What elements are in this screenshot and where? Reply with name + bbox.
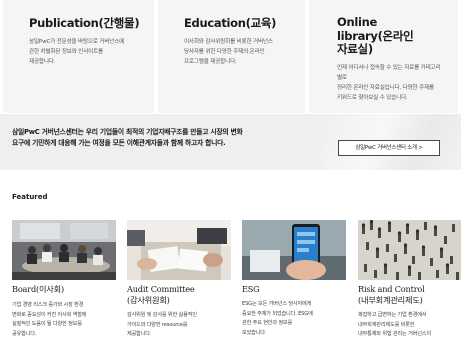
online-library-description: 언제 어디서나 접속할 수 있는 자료를 카테고리별로 정리한 온라인 자료실입… [336, 64, 441, 101]
esg-title[interactable]: ESG [242, 284, 346, 295]
education-card[interactable]: Education(교육) 이사회와 감사위원회를 비롯한 거버넌스 당사자를 … [157, 0, 305, 113]
banner-statement: 삼일PwC 거버넌스센터는 우리 기업들이 최적의 기업지배구조를 만들고 시장… [12, 128, 243, 147]
audit-committee-image[interactable] [127, 220, 231, 280]
featured-board-card[interactable]: Board(이사회) 기업 경영 리스크 증가와 시장 환경 변화로 중요성이 … [12, 220, 116, 339]
risk-control-image[interactable] [358, 220, 461, 280]
featured-esg-card[interactable]: ESG ESG는 모든 거버넌스 당사자에게 중요한 주제가 되었습니다. ES… [242, 220, 346, 338]
education-title[interactable]: Education(교육) [184, 16, 291, 30]
board-title[interactable]: Board(이사회) [12, 284, 116, 295]
publication-description: 삼일PwC가 전문성을 바탕으로 거버넌스에 관한 차별화된 정보와 인사이트를… [29, 39, 125, 65]
board-meeting-image[interactable] [12, 220, 116, 280]
risk-control-description: 복잡하고 급변하는 기업 환경에서 내부회계관리제도를 비롯한 내부통제와 위험… [358, 312, 431, 337]
esg-image[interactable] [242, 220, 346, 280]
publication-card[interactable]: Publication(간행물) 삼일PwC가 전문성을 바탕으로 거버넌스에 … [3, 0, 154, 113]
online-library-title[interactable]: Online library(온라인 자료실) [337, 15, 444, 57]
board-description: 기업 경영 리스크 증가와 시장 환경 변화로 중요성이 커진 이사회 역할에 … [12, 302, 87, 337]
audit-committee-description: 감사위원 및 감사를 위한 실용적인 가이드와 다양한 resource를 제공… [127, 312, 197, 337]
publication-title[interactable]: Publication(간행물) [29, 16, 140, 30]
esg-description: ESG는 모든 거버넌스 당사자에게 중요한 주제가 되었습니다. ESG에 관… [242, 301, 313, 336]
education-description: 이사회와 감사위원회를 비롯한 거버넌스 당사자를 위한 다양한 주제의 온라인… [183, 39, 273, 65]
governance-center-intro-button[interactable]: 삼일PwC 거버넌스센터 소개 > [338, 140, 440, 156]
featured-heading: Featured [12, 193, 48, 201]
category-cards: Publication(간행물) 삼일PwC가 전문성을 바탕으로 거버넌스에 … [0, 0, 461, 113]
risk-control-title[interactable]: Risk and Control (내부회계관리제도) [358, 284, 461, 306]
featured-risk-control-card[interactable]: Risk and Control (내부회계관리제도) 복잡하고 급변하는 기업… [358, 220, 461, 340]
audit-committee-title[interactable]: Audit Committee (감사위원회) [127, 284, 231, 306]
featured-audit-committee-card[interactable]: Audit Committee (감사위원회) 감사위원 및 감사를 위한 실용… [127, 220, 231, 340]
online-library-card[interactable]: Online library(온라인 자료실) 언제 어디서나 접속할 수 있는… [308, 0, 458, 113]
